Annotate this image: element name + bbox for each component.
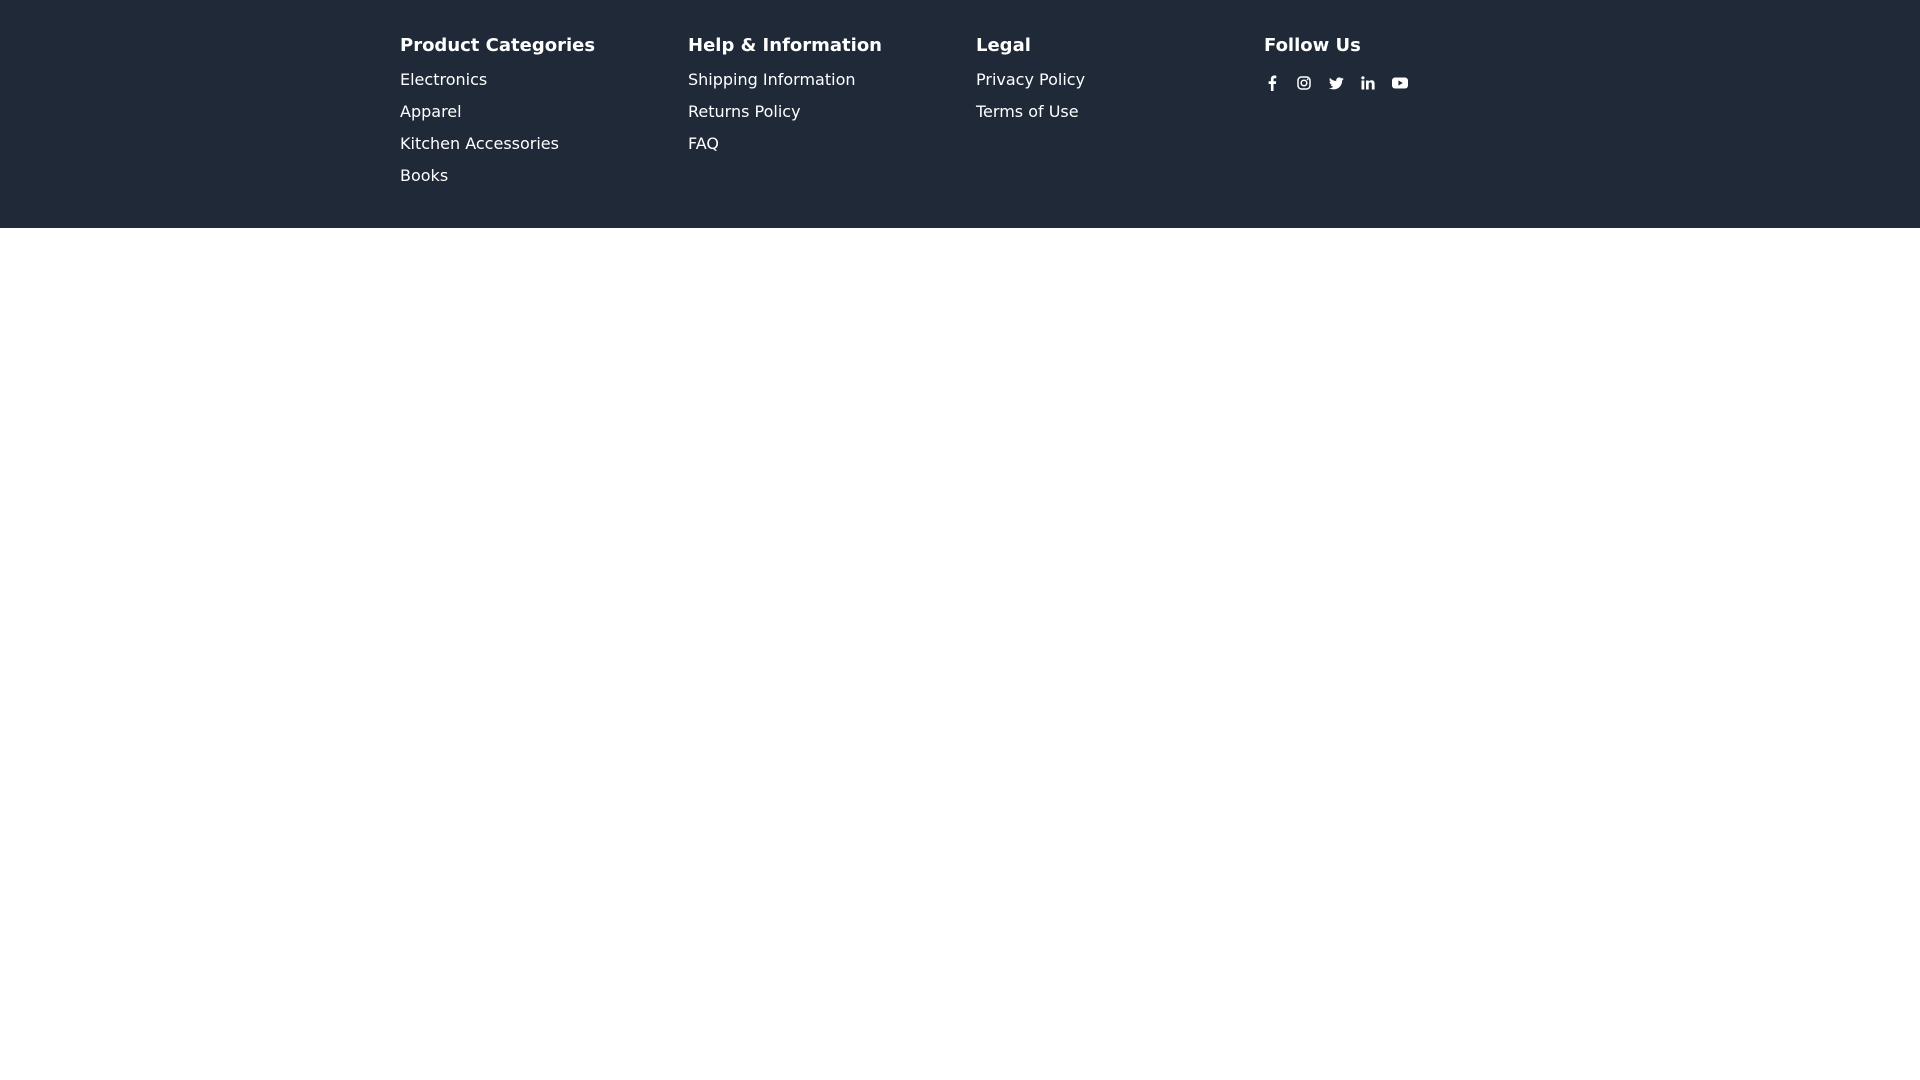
linkedin-icon[interactable]: [1360, 75, 1376, 91]
footer-link-list: Privacy Policy Terms of Use: [976, 70, 1264, 134]
footer-link-list: Electronics Apparel Kitchen Accessories …: [400, 70, 688, 198]
footer-link-electronics[interactable]: Electronics: [400, 70, 487, 89]
footer-link-faq[interactable]: FAQ: [688, 134, 719, 153]
footer-column-product-categories: Product Categories Electronics Apparel K…: [400, 30, 688, 198]
footer-heading-follow-us: Follow Us: [1264, 35, 1361, 56]
facebook-icon[interactable]: [1264, 75, 1280, 91]
footer-link-terms-of-use[interactable]: Terms of Use: [976, 102, 1079, 121]
footer-link-list: Shipping Information Returns Policy FAQ: [688, 70, 976, 166]
youtube-icon[interactable]: [1392, 75, 1408, 91]
footer-column-help-information: Help & Information Shipping Information …: [688, 30, 976, 166]
footer-columns: Product Categories Electronics Apparel K…: [400, 0, 1552, 228]
footer-heading-legal: Legal: [976, 35, 1031, 56]
footer-link-returns-policy[interactable]: Returns Policy: [688, 102, 801, 121]
footer-heading-product-categories: Product Categories: [400, 35, 596, 56]
twitter-icon[interactable]: [1328, 75, 1344, 91]
social-links: [1264, 73, 1552, 93]
footer-link-books[interactable]: Books: [400, 166, 448, 185]
footer-column-follow-us: Follow Us: [1264, 30, 1552, 93]
instagram-icon[interactable]: [1296, 75, 1312, 91]
footer-link-privacy-policy[interactable]: Privacy Policy: [976, 70, 1085, 89]
footer-column-legal: Legal Privacy Policy Terms of Use: [976, 30, 1264, 134]
footer-link-shipping-information[interactable]: Shipping Information: [688, 70, 856, 89]
footer-link-kitchen-accessories[interactable]: Kitchen Accessories: [400, 134, 559, 153]
site-footer: Product Categories Electronics Apparel K…: [0, 0, 1920, 228]
footer-heading-help-information: Help & Information: [688, 35, 883, 56]
footer-link-apparel[interactable]: Apparel: [400, 102, 462, 121]
